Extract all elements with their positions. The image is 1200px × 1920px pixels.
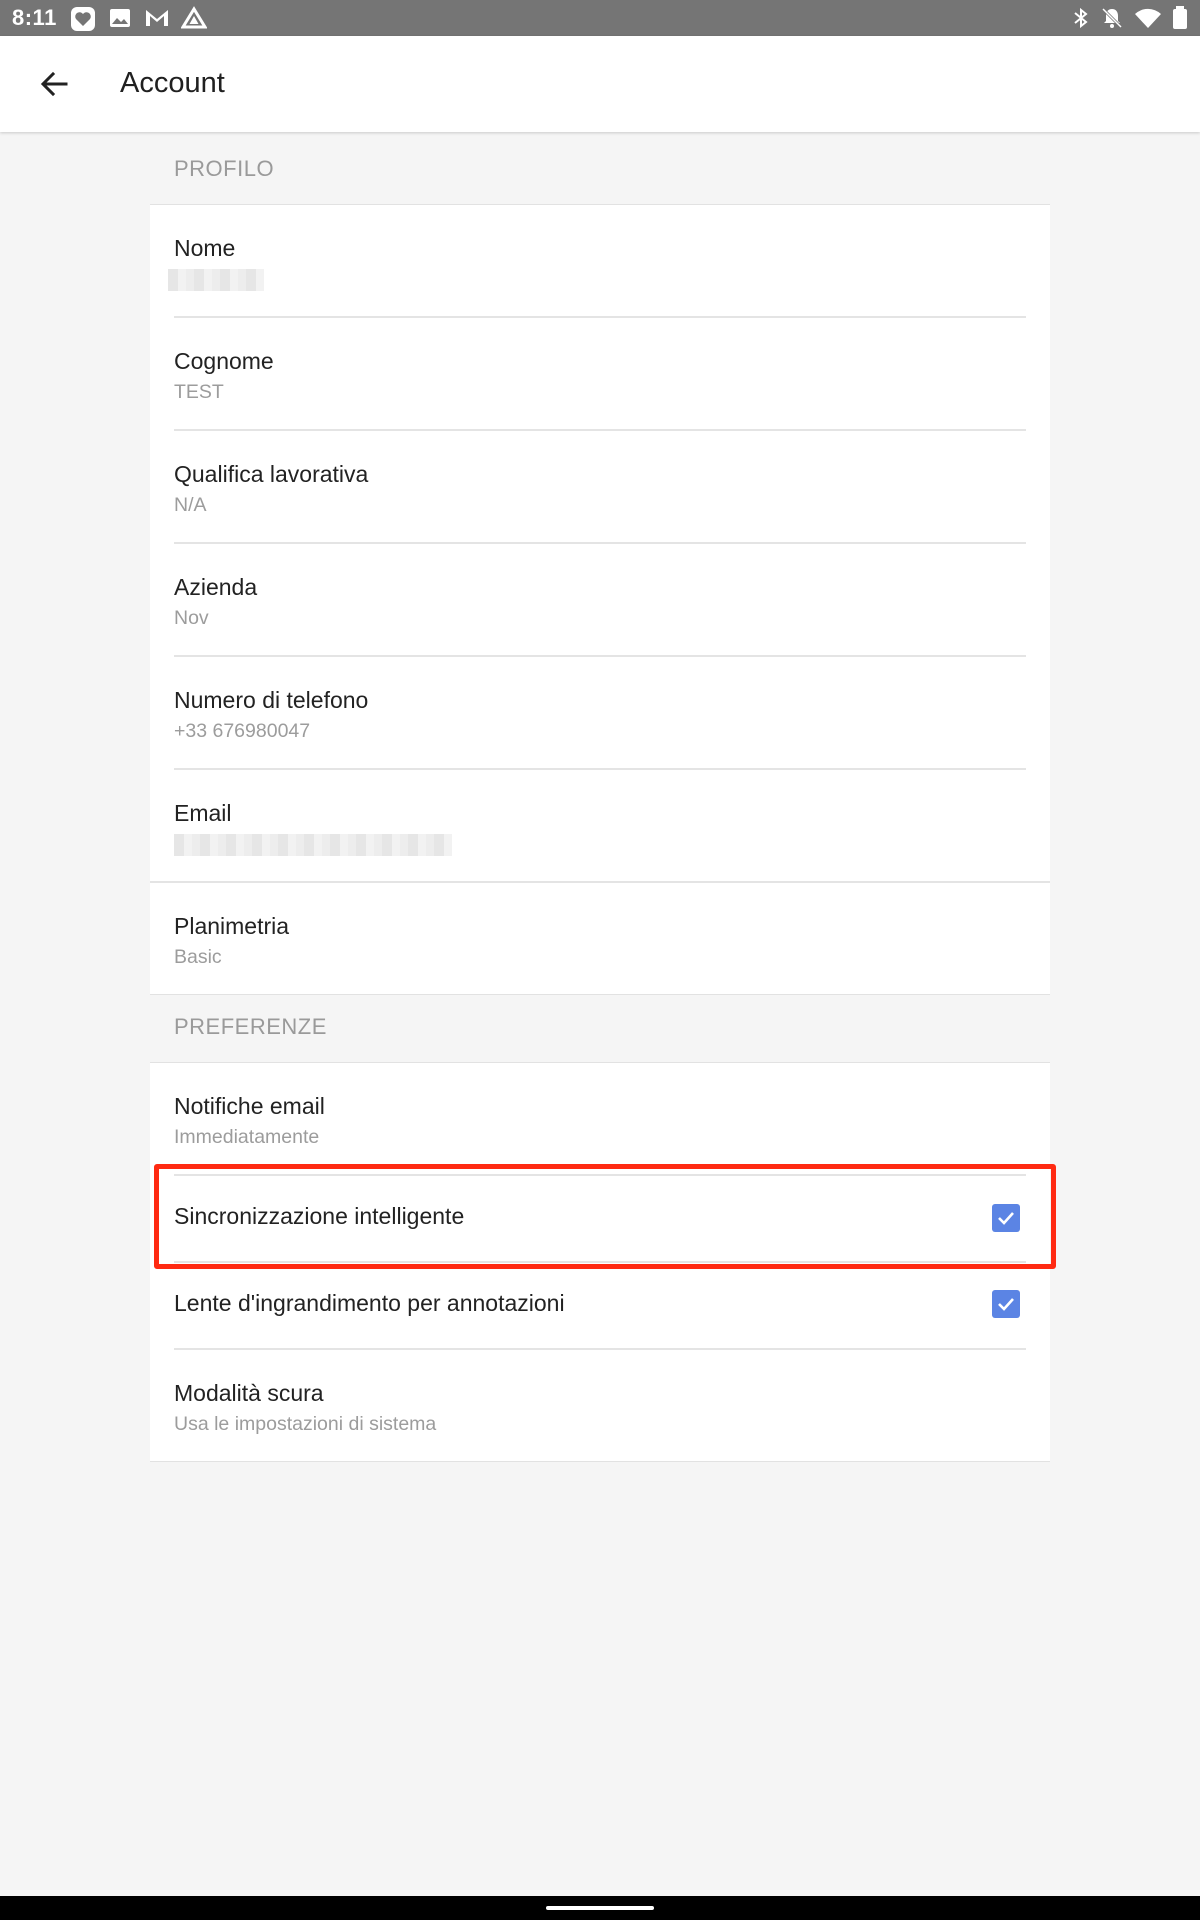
arrow-back-icon[interactable] [36, 66, 72, 102]
row-label: Modalità scura [174, 1380, 324, 1406]
row-label: Nome [174, 235, 236, 261]
row-label: Azienda [174, 574, 258, 600]
navigation-bar [0, 1896, 1200, 1920]
row-label: Cognome [174, 348, 274, 374]
profile-row-job-title[interactable]: Qualifica lavorativa N/A [174, 431, 1026, 544]
profile-row-plan[interactable]: Planimetria Basic [174, 883, 1026, 994]
row-label: Planimetria [174, 913, 290, 939]
pref-row-magnifier[interactable]: Lente d'ingrandimento per annotazioni [174, 1263, 1026, 1350]
row-label: Email [174, 800, 232, 826]
gmail-icon [143, 6, 168, 30]
checkmark-icon [998, 1212, 1014, 1225]
row-value: Immediatamente [174, 1126, 320, 1148]
row-label: Qualifica lavorativa [174, 461, 369, 487]
section-header-profile: PROFILO [174, 156, 275, 181]
drive-icon [180, 6, 208, 30]
row-label: Sincronizzazione intelligente [174, 1203, 465, 1229]
profile-row-last-name[interactable]: Cognome TEST [174, 318, 1026, 431]
profile-row-first-name[interactable]: Nome [168, 205, 1026, 318]
row-value: N/A [174, 494, 207, 516]
row-label: Notifiche email [174, 1093, 325, 1119]
profile-row-phone[interactable]: Numero di telefono +33 676980047 [174, 657, 1026, 770]
row-value: +33 676980047 [174, 720, 311, 742]
redacted-value [174, 834, 452, 856]
pref-row-email-notifications[interactable]: Notifiche email Immediatamente [174, 1063, 1026, 1176]
smart-sync-checkbox[interactable] [992, 1204, 1020, 1232]
row-label: Lente d'ingrandimento per annotazioni [174, 1290, 565, 1316]
row-value: Usa le impostazioni di sistema [174, 1413, 437, 1435]
page-title: Account [120, 67, 225, 99]
row-value: TEST [174, 381, 224, 403]
row-label: Numero di telefono [174, 687, 369, 713]
row-value: Basic [174, 946, 222, 968]
magnifier-checkbox[interactable] [992, 1290, 1020, 1318]
status-bar: 8:11 [0, 0, 1200, 36]
notifications-off-icon [1100, 6, 1124, 30]
preferences-card: Notifiche email Immediatamente Sincroniz… [150, 1062, 1050, 1462]
redacted-value [168, 269, 264, 291]
row-value: Nov [174, 607, 209, 629]
heart-app-icon [70, 6, 95, 31]
status-time: 8:11 [12, 5, 57, 30]
profile-row-company[interactable]: Azienda Nov [174, 544, 1026, 657]
profile-row-email[interactable]: Email [150, 770, 1050, 883]
app-bar: Account [0, 36, 1200, 132]
section-header-preferences: PREFERENZE [174, 1014, 327, 1039]
wifi-icon [1133, 6, 1161, 30]
pref-row-smart-sync[interactable]: Sincronizzazione intelligente [174, 1176, 1026, 1263]
image-icon [108, 6, 132, 30]
pref-row-dark-mode[interactable]: Modalità scura Usa le impostazioni di si… [174, 1350, 1026, 1461]
profile-card: Nome Cognome TEST Qualifica lavorativa N… [150, 204, 1050, 995]
checkmark-icon [998, 1298, 1014, 1311]
home-gesture-handle[interactable] [546, 1906, 654, 1910]
battery-icon [1172, 6, 1196, 30]
bluetooth-icon [1070, 6, 1094, 30]
